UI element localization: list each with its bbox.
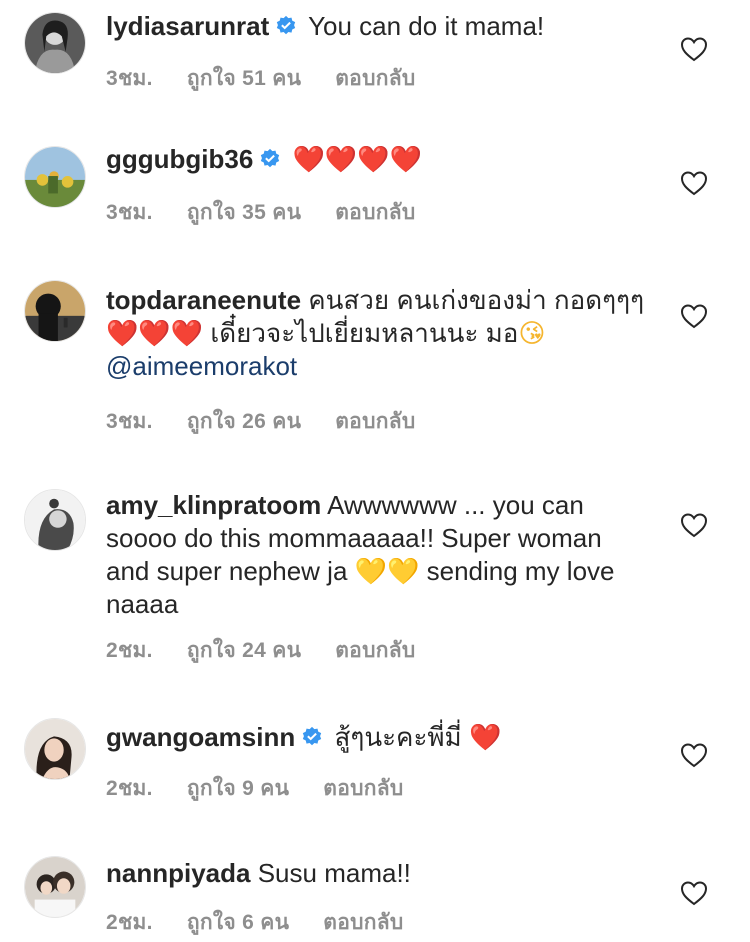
heart-outline-icon[interactable] bbox=[680, 36, 708, 62]
avatar[interactable] bbox=[24, 12, 86, 74]
comment-body: amy_klinpratoom Awwwwww ... you can sooo… bbox=[106, 489, 646, 621]
like-count[interactable]: ถูกใจ 26 คน bbox=[187, 410, 301, 433]
comment-meta: 3ชม. ถูกใจ 35 คน ตอบกลับ bbox=[106, 196, 450, 229]
comment-text: สู้ๆนะคะพี่มี่ bbox=[334, 722, 462, 752]
comment-meta: 2ชม. ถูกใจ 6 คน ตอบกลับ bbox=[106, 906, 438, 939]
heart-outline-icon[interactable] bbox=[680, 880, 708, 906]
comment-body: lydiasarunrat You can do it mama! bbox=[106, 10, 646, 43]
comment-username[interactable]: gggubgib36 bbox=[106, 144, 253, 174]
comment-time: 3ชม. bbox=[106, 410, 153, 433]
comment-meta: 3ชม. ถูกใจ 51 คน ตอบกลับ bbox=[106, 62, 450, 95]
comment-time: 2ชม. bbox=[106, 911, 153, 934]
comment-text: คนสวย คนเก่งของม่า กอดๆๆๆ bbox=[308, 285, 645, 315]
yellow-heart-emoji: 💛💛 bbox=[354, 556, 420, 586]
verified-badge-icon bbox=[301, 723, 323, 746]
comment-username[interactable]: nannpiyada bbox=[106, 858, 250, 888]
like-count[interactable]: ถูกใจ 35 คน bbox=[187, 201, 301, 224]
reply-button[interactable]: ตอบกลับ bbox=[335, 639, 415, 662]
heart-outline-icon[interactable] bbox=[680, 512, 708, 538]
heart-emoji: ❤️❤️❤️❤️ bbox=[292, 144, 423, 174]
comment-time: 2ชม. bbox=[106, 639, 153, 662]
comment-username[interactable]: lydiasarunrat bbox=[106, 11, 269, 41]
comment-username[interactable]: gwangoamsinn bbox=[106, 722, 295, 752]
reply-button[interactable]: ตอบกลับ bbox=[323, 777, 403, 800]
comment-text: Susu mama!! bbox=[257, 858, 411, 888]
comment-meta: 2ชม. ถูกใจ 24 คน ตอบกลับ bbox=[106, 634, 450, 667]
like-count[interactable]: ถูกใจ 24 คน bbox=[187, 639, 301, 662]
reply-button[interactable]: ตอบกลับ bbox=[335, 67, 415, 90]
avatar[interactable] bbox=[24, 489, 86, 551]
like-count[interactable]: ถูกใจ 51 คน bbox=[187, 67, 301, 90]
verified-badge-icon bbox=[259, 145, 281, 168]
comment-text: You can do it mama! bbox=[308, 11, 545, 41]
comment-meta: 2ชม. ถูกใจ 9 คน ตอบกลับ bbox=[106, 772, 438, 805]
comment-body: nannpiyada Susu mama!! bbox=[106, 857, 646, 890]
like-count[interactable]: ถูกใจ 9 คน bbox=[187, 777, 289, 800]
comment-text-continued: เดี๋ยวจะไปเยี่ยมหลานนะ มอ bbox=[210, 318, 519, 348]
comment-body: gggubgib36 ❤️❤️❤️❤️ bbox=[106, 143, 646, 176]
heart-outline-icon[interactable] bbox=[680, 170, 708, 196]
reply-button[interactable]: ตอบกลับ bbox=[335, 201, 415, 224]
heart-outline-icon[interactable] bbox=[680, 303, 708, 329]
heart-emoji: ❤️❤️❤️ bbox=[106, 318, 204, 348]
avatar[interactable] bbox=[24, 280, 86, 342]
avatar[interactable] bbox=[24, 146, 86, 208]
comment-username[interactable]: topdaraneenute bbox=[106, 285, 301, 315]
avatar[interactable] bbox=[24, 718, 86, 780]
like-count[interactable]: ถูกใจ 6 คน bbox=[187, 911, 289, 934]
comment-username[interactable]: amy_klinpratoom bbox=[106, 490, 321, 520]
mention-link[interactable]: @aimeemorakot bbox=[106, 351, 297, 381]
comment-list: lydiasarunrat You can do it mama! 3ชม. ถู… bbox=[0, 0, 750, 942]
kiss-emoji: 😘 bbox=[518, 318, 546, 348]
reply-button[interactable]: ตอบกลับ bbox=[323, 911, 403, 934]
comment-time: 3ชม. bbox=[106, 67, 153, 90]
comment-body: gwangoamsinn สู้ๆนะคะพี่มี่ ❤️ bbox=[106, 721, 646, 754]
heart-outline-icon[interactable] bbox=[680, 742, 708, 768]
comment-body: topdaraneenute คนสวย คนเก่งของม่า กอดๆๆๆ… bbox=[106, 284, 646, 383]
avatar[interactable] bbox=[24, 856, 86, 918]
verified-badge-icon bbox=[275, 12, 297, 35]
reply-button[interactable]: ตอบกลับ bbox=[335, 410, 415, 433]
comment-meta: 3ชม. ถูกใจ 26 คน ตอบกลับ bbox=[106, 405, 450, 438]
heart-emoji: ❤️ bbox=[468, 722, 502, 752]
comment-time: 3ชม. bbox=[106, 201, 153, 224]
comment-time: 2ชม. bbox=[106, 777, 153, 800]
